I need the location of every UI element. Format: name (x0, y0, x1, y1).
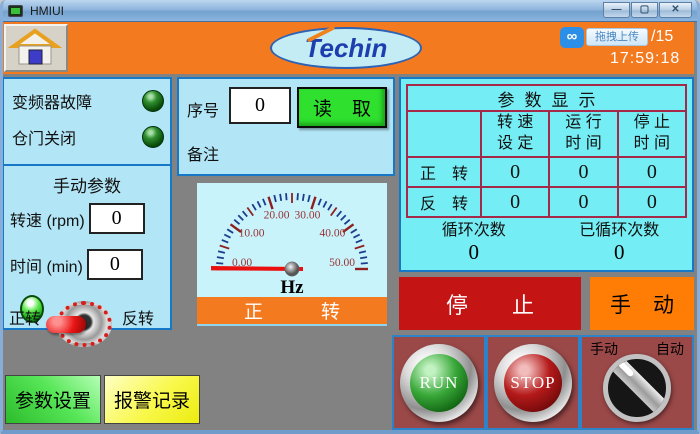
minimize-icon[interactable]: — (603, 2, 630, 18)
svg-text:20.00: 20.00 (264, 209, 290, 221)
header-bar: Techin ∞ 拖拽上传 /15 17:59:18 (0, 22, 694, 74)
serial-input[interactable]: 0 (229, 87, 291, 124)
selector-auto-label: 自动 (656, 339, 684, 359)
cell-fwd-stoptime: 0 (617, 156, 685, 186)
manual-params-title: 手动参数 (4, 172, 170, 197)
cell-fwd-speed: 0 (480, 156, 548, 186)
gauge-unit-label: Hz (280, 277, 304, 298)
window-title: HMIUI (30, 4, 64, 18)
cycled-count-value: 0 (547, 240, 693, 265)
mode-selector-cell: 手动 自动 (580, 335, 694, 430)
direction-status-bar: 正转 (197, 297, 387, 324)
home-button[interactable] (4, 24, 68, 72)
row-label-forward: 正转 (408, 156, 480, 186)
window-titlebar[interactable]: HMIUI — ▢ ✕ (0, 0, 700, 22)
gauge-tick-labels: 0.0010.0020.0030.0040.0050.00 (232, 209, 355, 269)
status-manual-panel: 变频器故障 仓门关闭 手动参数 转速 (rpm) 0 时间 (min) 0 (2, 77, 172, 330)
hmi-window: HMIUI — ▢ ✕ Techin ∞ 拖拽上传 /15 17:5 (0, 0, 700, 434)
speed-input[interactable]: 0 (89, 203, 145, 234)
door-closed-led (142, 126, 164, 148)
stop-button-cell: STOP (486, 335, 580, 430)
frequency-gauge: 0.0010.0020.0030.0040.0050.00 Hz 正转 (197, 183, 387, 326)
col-header-runtime: 运 行 时 间 (548, 112, 616, 156)
record-panel: 序号 0 读取 备注 (177, 77, 395, 176)
cell-rev-runtime: 0 (548, 186, 616, 216)
stop-button-face[interactable]: STOP (504, 354, 562, 412)
cell-rev-speed: 0 (480, 186, 548, 216)
time-input[interactable]: 0 (87, 249, 143, 280)
close-icon[interactable]: ✕ (659, 2, 692, 18)
maximize-icon[interactable]: ▢ (631, 2, 658, 18)
direction-toggle-switch[interactable] (56, 301, 112, 347)
clock-display: 17:59:18 (610, 50, 680, 68)
upload-icon[interactable]: ∞ (560, 27, 584, 48)
run-button[interactable]: RUN (400, 344, 478, 422)
upload-badge[interactable]: 拖拽上传 (586, 28, 648, 46)
gauge-dial: 0.0010.0020.0030.0040.0050.00 Hz (197, 183, 387, 299)
inverter-fault-label: 变频器故障 (12, 89, 92, 113)
svg-text:10.00: 10.00 (239, 228, 265, 240)
svg-text:40.00: 40.00 (320, 228, 346, 240)
svg-text:30.00: 30.00 (295, 209, 321, 221)
cell-fwd-runtime: 0 (548, 156, 616, 186)
remark-label: 备注 (187, 141, 219, 165)
reverse-label: 反转 (122, 305, 154, 329)
selector-knob[interactable] (606, 354, 671, 422)
parameter-table-title: 参数显示 (408, 86, 685, 112)
hmi-screen: Techin ∞ 拖拽上传 /15 17:59:18 变频器故障 仓门关闭 手动… (0, 22, 694, 430)
inverter-fault-led (142, 90, 164, 112)
cycle-count-value: 0 (401, 240, 547, 265)
toggle-handle[interactable] (46, 316, 86, 333)
cycle-count-label: 循环次数 (401, 216, 547, 240)
col-header-speed: 转 速 设 定 (480, 112, 548, 156)
alarm-record-button[interactable]: 报警记录 (104, 375, 200, 424)
manual-mode-button[interactable]: 手动 (590, 277, 694, 330)
parameter-settings-button[interactable]: 参数设置 (5, 375, 101, 424)
mode-selector-switch[interactable] (603, 354, 671, 422)
forward-label: 正转 (9, 305, 41, 329)
read-button[interactable]: 读取 (297, 87, 387, 128)
table-corner-cell (408, 112, 480, 156)
cycled-count-label: 已循环次数 (547, 216, 693, 240)
parameter-table: 参数显示 转 速 设 定 运 行 时 间 停 止 时 间 正转 0 0 0 反转 (406, 84, 687, 218)
app-icon (8, 5, 23, 17)
selector-manual-label: 手动 (590, 339, 618, 359)
time-label: 时间 (min) (10, 253, 83, 277)
row-label-reverse: 反转 (408, 186, 480, 216)
parameter-display-panel: 参数显示 转 速 设 定 运 行 时 间 停 止 时 间 正转 0 0 0 反转 (399, 77, 694, 272)
stop-button[interactable]: STOP (494, 344, 572, 422)
cell-rev-stoptime: 0 (617, 186, 685, 216)
panel-divider (4, 164, 170, 166)
stop-bar-button[interactable]: 停止 (399, 277, 581, 330)
gauge-needle (211, 262, 303, 276)
run-button-cell: RUN (392, 335, 486, 430)
door-closed-label: 仓门关闭 (12, 125, 76, 149)
serial-label: 序号 (187, 97, 219, 121)
page-indicator: /15 (651, 28, 673, 46)
svg-text:50.00: 50.00 (329, 257, 355, 269)
techin-logo: Techin (270, 27, 422, 69)
run-button-face[interactable]: RUN (410, 354, 468, 412)
col-header-stoptime: 停 止 时 间 (617, 112, 685, 156)
speed-label: 转速 (rpm) (10, 207, 85, 231)
home-icon (6, 26, 64, 68)
